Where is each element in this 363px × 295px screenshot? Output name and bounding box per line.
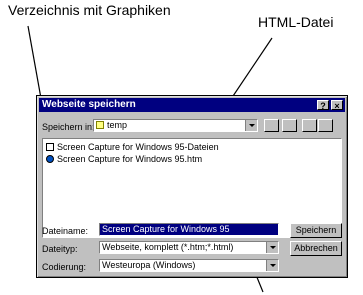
file-name: Screen Capture for Windows 95-Dateien bbox=[57, 142, 219, 152]
filetype-value: Webseite, komplett (*.htm;*.html) bbox=[102, 242, 234, 252]
list-view-button[interactable] bbox=[302, 119, 317, 132]
encoding-label: Codierung: bbox=[42, 262, 87, 272]
save-dialog: Webseite speichern ? × Speichern in: tem… bbox=[36, 95, 348, 278]
ie-document-icon bbox=[46, 155, 54, 163]
folder-icon bbox=[46, 143, 54, 151]
details-view-button[interactable] bbox=[318, 119, 333, 132]
up-folder-button[interactable] bbox=[264, 119, 279, 132]
filename-input[interactable]: Screen Capture for Windows 95 bbox=[99, 223, 279, 236]
encoding-select[interactable]: Westeuropa (Windows) bbox=[99, 259, 279, 272]
help-button[interactable]: ? bbox=[317, 100, 329, 111]
filetype-label: Dateityp: bbox=[42, 244, 78, 254]
chevron-down-icon[interactable] bbox=[245, 120, 257, 131]
file-name: Screen Capture for Windows 95.htm bbox=[57, 154, 203, 164]
chevron-down-icon[interactable] bbox=[266, 242, 278, 253]
new-folder-button[interactable] bbox=[282, 119, 297, 132]
filetype-select[interactable]: Webseite, komplett (*.htm;*.html) bbox=[99, 241, 279, 254]
list-item[interactable]: Screen Capture for Windows 95-Dateien bbox=[46, 142, 219, 152]
filename-label: Dateiname: bbox=[42, 226, 89, 236]
save-in-label: Speichern in: bbox=[42, 122, 95, 132]
close-button[interactable]: × bbox=[331, 100, 343, 111]
dialog-titlebar: Webseite speichern ? × bbox=[39, 98, 345, 112]
save-in-select[interactable]: temp bbox=[93, 119, 258, 132]
save-button[interactable]: Speichern bbox=[290, 223, 342, 238]
chevron-down-icon[interactable] bbox=[266, 260, 278, 271]
encoding-value: Westeuropa (Windows) bbox=[102, 260, 196, 270]
dialog-title: Webseite speichern bbox=[42, 99, 136, 110]
save-in-value: temp bbox=[107, 120, 128, 130]
list-item[interactable]: Screen Capture for Windows 95.htm bbox=[46, 154, 202, 164]
cancel-button[interactable]: Abbrechen bbox=[290, 241, 342, 256]
folder-icon bbox=[96, 121, 104, 129]
